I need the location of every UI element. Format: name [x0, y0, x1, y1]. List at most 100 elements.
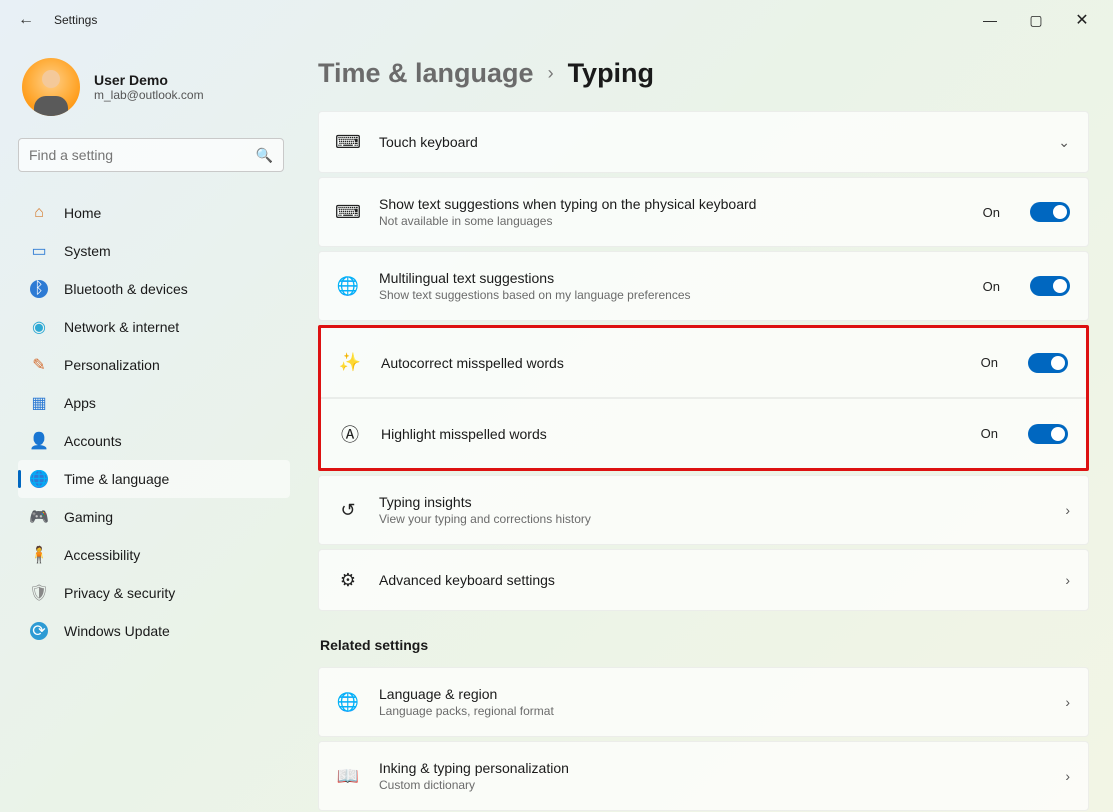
- nav-label: Time & language: [64, 471, 169, 487]
- shield-icon: 🛡: [30, 584, 48, 602]
- keyboard-icon: ⌨: [337, 202, 359, 223]
- nav-home[interactable]: ⌂ Home: [18, 194, 290, 232]
- avatar: [22, 58, 80, 116]
- clock-globe-icon: 🌐: [30, 470, 48, 488]
- close-button[interactable]: ✕: [1059, 4, 1105, 36]
- card-title: Advanced keyboard settings: [379, 572, 1045, 588]
- toggle-switch[interactable]: [1030, 276, 1070, 296]
- card-title: Show text suggestions when typing on the…: [379, 196, 963, 212]
- nav-label: Bluetooth & devices: [64, 281, 188, 297]
- gamepad-icon: 🎮: [30, 508, 48, 526]
- card-advanced-keyboard[interactable]: ⚙ Advanced keyboard settings ›: [318, 549, 1089, 611]
- card-title: Typing insights: [379, 494, 1045, 510]
- brush-icon: ✎: [30, 356, 48, 374]
- user-profile[interactable]: User Demo m_lab@outlook.com: [18, 58, 290, 116]
- wand-icon: ✨: [339, 352, 361, 373]
- search-input[interactable]: [29, 147, 256, 163]
- gear-icon: ⚙: [337, 570, 359, 591]
- nav-label: Network & internet: [64, 319, 179, 335]
- card-typing-insights[interactable]: ↺ Typing insights View your typing and c…: [318, 475, 1089, 545]
- card-title: Touch keyboard: [379, 134, 1038, 150]
- nav-label: Accounts: [64, 433, 122, 449]
- system-icon: ▭: [30, 242, 48, 260]
- card-subtitle: Custom dictionary: [379, 778, 1045, 792]
- nav-accessibility[interactable]: 🧍 Accessibility: [18, 536, 290, 574]
- back-button[interactable]: ←: [16, 11, 36, 29]
- keyboard-icon: ⌨: [337, 132, 359, 153]
- user-name: User Demo: [94, 72, 204, 88]
- maximize-button[interactable]: ▢: [1013, 4, 1059, 36]
- card-title: Inking & typing personalization: [379, 760, 1045, 776]
- card-language-region[interactable]: 🌐 Language & region Language packs, regi…: [318, 667, 1089, 737]
- card-subtitle: View your typing and corrections history: [379, 512, 1045, 526]
- breadcrumb: Time & language › Typing: [318, 58, 1089, 89]
- nav-label: Accessibility: [64, 547, 140, 563]
- wifi-icon: ◉: [30, 318, 48, 336]
- nav-gaming[interactable]: 🎮 Gaming: [18, 498, 290, 536]
- card-title: Multilingual text suggestions: [379, 270, 963, 286]
- dictionary-icon: 📖: [337, 766, 359, 787]
- sidebar: User Demo m_lab@outlook.com 🔍 ⌂ Home ▭ Sys…: [0, 40, 300, 812]
- related-settings-heading: Related settings: [320, 637, 1089, 653]
- breadcrumb-current: Typing: [568, 58, 654, 89]
- nav-label: Apps: [64, 395, 96, 411]
- user-email: m_lab@outlook.com: [94, 88, 204, 102]
- chevron-down-icon: ⌄: [1058, 134, 1070, 151]
- nav-list: ⌂ Home ▭ System ᛒ Bluetooth & devices ◉ Netw…: [18, 194, 290, 650]
- nav-apps[interactable]: ▦ Apps: [18, 384, 290, 422]
- toggle-state: On: [983, 205, 1000, 220]
- card-physical-keyboard-suggestions[interactable]: ⌨ Show text suggestions when typing on t…: [318, 177, 1089, 247]
- nav-label: System: [64, 243, 111, 259]
- globe-icon: 🌐: [337, 692, 359, 713]
- person-icon: 👤: [30, 432, 48, 450]
- language-icon: 🌐: [337, 276, 359, 297]
- nav-network[interactable]: ◉ Network & internet: [18, 308, 290, 346]
- apps-icon: ▦: [30, 394, 48, 412]
- card-subtitle: Language packs, regional format: [379, 704, 1045, 718]
- chevron-right-icon: ›: [1065, 768, 1070, 784]
- nav-system[interactable]: ▭ System: [18, 232, 290, 270]
- breadcrumb-parent[interactable]: Time & language: [318, 58, 534, 89]
- accessibility-icon: 🧍: [30, 546, 48, 564]
- card-subtitle: Show text suggestions based on my langua…: [379, 288, 963, 302]
- nav-privacy[interactable]: 🛡 Privacy & security: [18, 574, 290, 612]
- minimize-button[interactable]: —: [967, 4, 1013, 36]
- home-icon: ⌂: [30, 204, 48, 222]
- card-highlight-misspelled[interactable]: Ⓐ Highlight misspelled words On: [321, 398, 1086, 468]
- history-icon: ↺: [337, 500, 359, 521]
- nav-label: Windows Update: [64, 623, 170, 639]
- chevron-right-icon: ›: [1065, 694, 1070, 710]
- window-title: Settings: [54, 13, 97, 27]
- card-touch-keyboard[interactable]: ⌨ Touch keyboard ⌄: [318, 111, 1089, 173]
- nav-accounts[interactable]: 👤 Accounts: [18, 422, 290, 460]
- chevron-right-icon: ›: [1065, 502, 1070, 518]
- highlighted-region: ✨ Autocorrect misspelled words On Ⓐ High…: [318, 325, 1089, 471]
- toggle-state: On: [983, 279, 1000, 294]
- search-icon: 🔍: [256, 147, 273, 164]
- card-subtitle: Not available in some languages: [379, 214, 963, 228]
- nav-time-language[interactable]: 🌐 Time & language: [18, 460, 290, 498]
- search-box[interactable]: 🔍: [18, 138, 284, 172]
- nav-label: Home: [64, 205, 101, 221]
- bluetooth-icon: ᛒ: [30, 280, 48, 298]
- update-icon: ⟳: [30, 622, 48, 640]
- card-title: Language & region: [379, 686, 1045, 702]
- toggle-switch[interactable]: [1028, 424, 1068, 444]
- toggle-switch[interactable]: [1030, 202, 1070, 222]
- nav-label: Privacy & security: [64, 585, 175, 601]
- card-title: Highlight misspelled words: [381, 426, 961, 442]
- toggle-switch[interactable]: [1028, 353, 1068, 373]
- nav-update[interactable]: ⟳ Windows Update: [18, 612, 290, 650]
- nav-bluetooth[interactable]: ᛒ Bluetooth & devices: [18, 270, 290, 308]
- toggle-state: On: [981, 426, 998, 441]
- chevron-right-icon: ›: [1065, 572, 1070, 588]
- toggle-state: On: [981, 355, 998, 370]
- nav-personalization[interactable]: ✎Personalization: [18, 346, 290, 384]
- card-inking-typing[interactable]: 📖 Inking & typing personalization Custom…: [318, 741, 1089, 811]
- title-bar: ← Settings — ▢ ✕: [0, 0, 1113, 40]
- nav-label: Gaming: [64, 509, 113, 525]
- card-title: Autocorrect misspelled words: [381, 355, 961, 371]
- main-content: Time & language › Typing ⌨ Touch keyboar…: [300, 40, 1113, 812]
- card-multilingual-suggestions[interactable]: 🌐 Multilingual text suggestions Show tex…: [318, 251, 1089, 321]
- card-autocorrect[interactable]: ✨ Autocorrect misspelled words On: [321, 328, 1086, 398]
